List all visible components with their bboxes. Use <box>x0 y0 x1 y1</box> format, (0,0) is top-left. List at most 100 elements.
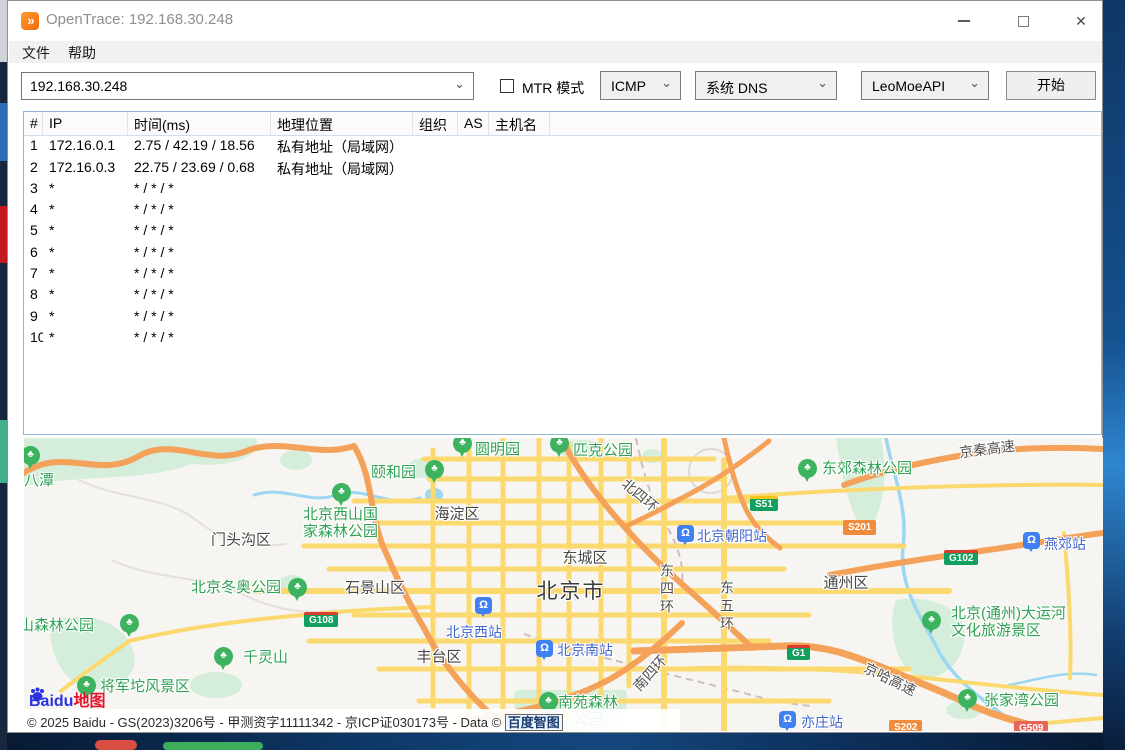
park-marker-icon[interactable]: ♣ <box>922 611 941 630</box>
park-marker-icon[interactable]: ♣ <box>425 460 444 479</box>
column-header[interactable]: # <box>24 112 43 135</box>
cell-host <box>489 328 550 349</box>
chevron-down-icon[interactable]: ⌄ <box>454 76 465 92</box>
cell-host <box>489 200 550 221</box>
cell-hop: 4 <box>24 200 43 221</box>
desktop-left-edge <box>0 0 7 750</box>
park-marker-icon[interactable]: ♣ <box>214 647 233 666</box>
road-badge: G1 <box>787 645 810 660</box>
cell-time: 22.75 / 23.69 / 0.68 <box>128 158 271 179</box>
start-button[interactable]: 开始 <box>1006 71 1096 100</box>
station-marker-icon[interactable]: Ω <box>779 711 796 728</box>
cell-geo <box>271 243 413 264</box>
map-road-label: 东四环 <box>657 563 677 617</box>
table-row[interactable]: 4** / * / * <box>24 200 1101 221</box>
api-value: LeoMoeAPI <box>872 78 945 94</box>
road-badge: S202 <box>889 720 922 731</box>
map-road-label: 东五环 <box>717 580 737 634</box>
park-marker-icon[interactable]: ♣ <box>288 578 307 597</box>
api-select[interactable]: LeoMoeAPI ⌄ <box>861 71 989 100</box>
column-header[interactable]: 时间(ms) <box>128 112 271 135</box>
map-district-label: 东城区 <box>562 547 607 568</box>
table-row[interactable]: 3** / * / * <box>24 179 1101 200</box>
park-marker-icon[interactable]: ♣ <box>798 459 817 478</box>
park-marker-icon[interactable]: ♣ <box>332 483 351 502</box>
cell-hop: 6 <box>24 243 43 264</box>
titlebar[interactable]: » OpenTrace: 192.168.30.248 ✕ <box>8 1 1102 41</box>
chevron-down-icon: ⌄ <box>817 75 828 91</box>
cell-geo <box>271 200 413 221</box>
cell-hop: 8 <box>24 285 43 306</box>
trace-table[interactable]: #IP时间(ms)地理位置组织AS主机名 1172.16.0.12.75 / 4… <box>23 111 1102 435</box>
cell-org <box>413 200 458 221</box>
desktop-item <box>0 420 7 483</box>
mtr-mode-label[interactable]: MTR 模式 <box>522 78 584 98</box>
cell-as <box>458 264 489 285</box>
close-icon: ✕ <box>1075 13 1087 30</box>
desktop-item <box>0 206 7 263</box>
cell-geo <box>271 328 413 349</box>
minimize-button[interactable] <box>951 8 977 34</box>
map-station-label: 燕郊站 <box>1044 534 1086 554</box>
cell-host <box>489 243 550 264</box>
cell-as <box>458 307 489 328</box>
maximize-button[interactable] <box>1010 8 1036 34</box>
cell-hop: 10 <box>24 328 43 349</box>
map-park-label: 颐和园 <box>371 464 416 481</box>
attribution-text: © 2025 Baidu - GS(2023)3206号 - 甲测资字11111… <box>27 715 505 730</box>
map-park-label: 东郊森林公园 <box>822 460 912 477</box>
station-marker-icon[interactable]: Ω <box>536 640 553 657</box>
cell-host <box>489 307 550 328</box>
target-host-input[interactable]: 192.168.30.248 ⌄ <box>21 72 474 100</box>
menu-help[interactable]: 帮助 <box>64 42 100 64</box>
station-marker-icon[interactable]: Ω <box>677 525 694 542</box>
table-row[interactable]: 6** / * / * <box>24 243 1101 264</box>
cell-hop: 5 <box>24 221 43 242</box>
column-header[interactable]: AS <box>458 112 489 135</box>
column-header[interactable]: 主机名 <box>489 112 550 135</box>
taskbar-item[interactable] <box>95 740 137 750</box>
park-marker-icon[interactable]: ♣ <box>120 614 139 633</box>
column-header-filler <box>550 112 1101 135</box>
map-park-label: 十八潭 <box>24 472 54 489</box>
table-row[interactable]: 8** / * / * <box>24 285 1101 306</box>
cell-as <box>458 200 489 221</box>
cell-geo <box>271 285 413 306</box>
station-marker-icon[interactable]: Ω <box>1023 532 1040 549</box>
protocol-select[interactable]: ICMP ⌄ <box>600 71 681 100</box>
map-station-label: 北京西站 <box>446 622 502 642</box>
map-view[interactable]: 北京市海淀区门头沟区东城区石景山区通州区丰台区♣十八潭♣颐和园♣圆明园♣匹克公园… <box>24 438 1103 731</box>
station-marker-icon[interactable]: Ω <box>475 597 492 614</box>
column-header[interactable]: 地理位置 <box>271 112 413 135</box>
cell-as <box>458 158 489 179</box>
table-row[interactable]: 1172.16.0.12.75 / 42.19 / 18.56私有地址（局域网） <box>24 136 1101 157</box>
table-row[interactable]: 2172.16.0.322.75 / 23.69 / 0.68私有地址（局域网） <box>24 158 1101 179</box>
close-button[interactable]: ✕ <box>1068 8 1094 34</box>
cell-time: * / * / * <box>128 200 271 221</box>
cell-ip: 172.16.0.3 <box>43 158 128 179</box>
column-header[interactable]: 组织 <box>413 112 458 135</box>
cell-as <box>458 136 489 157</box>
maximize-icon <box>1018 16 1029 27</box>
map-district-label: 丰台区 <box>416 646 461 667</box>
park-marker-icon[interactable]: ♣ <box>958 689 977 708</box>
cell-hop: 1 <box>24 136 43 157</box>
road-badge: G102 <box>944 550 978 565</box>
column-header[interactable]: IP <box>43 112 128 135</box>
mtr-mode-checkbox[interactable] <box>500 79 514 93</box>
cell-as <box>458 179 489 200</box>
table-row[interactable]: 5** / * / * <box>24 221 1101 242</box>
chevron-down-icon: ⌄ <box>661 75 672 91</box>
cell-ip: * <box>43 285 128 306</box>
map-district-label: 石景山区 <box>345 577 405 598</box>
cell-host <box>489 285 550 306</box>
taskbar-item[interactable] <box>163 742 263 750</box>
table-row[interactable]: 10** / * / * <box>24 328 1101 349</box>
menu-file[interactable]: 文件 <box>18 42 54 64</box>
cell-time: * / * / * <box>128 243 271 264</box>
baidu-logo[interactable]: Baidu地图 <box>29 687 105 711</box>
table-row[interactable]: 9** / * / * <box>24 307 1101 328</box>
map-park-label: 天门山森林公园 <box>24 617 94 634</box>
dns-select[interactable]: 系统 DNS ⌄ <box>695 71 837 100</box>
table-row[interactable]: 7** / * / * <box>24 264 1101 285</box>
